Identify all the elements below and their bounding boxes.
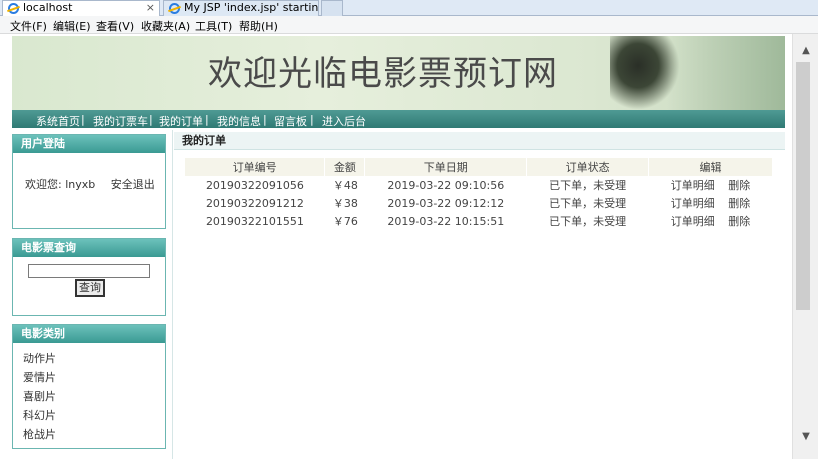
column-header-date: 下单日期: [364, 158, 528, 176]
tab-label: localhost: [23, 1, 73, 14]
orders-title: 我的订单: [174, 132, 785, 150]
order-amount: ￥48: [332, 179, 358, 192]
table-row: 20190322101551 ￥76 2019-03-22 10:15:51 已…: [185, 212, 773, 230]
order-delete-link[interactable]: 删除: [728, 179, 750, 192]
order-status: 已下单，未受理: [549, 179, 627, 192]
order-detail-link[interactable]: 订单明细: [671, 179, 715, 192]
column-header-amount: 金额: [324, 158, 366, 176]
order-amount: ￥38: [332, 197, 358, 210]
banner-decoration: [667, 36, 785, 110]
table-row: 20190322091212 ￥38 2019-03-22 09:12:12 已…: [185, 194, 773, 212]
order-id: 20190322091056: [205, 178, 304, 192]
nav-separator: |: [81, 113, 85, 126]
logout-link[interactable]: 安全退出: [111, 178, 155, 191]
close-icon[interactable]: ×: [146, 1, 155, 15]
welcome-line: 欢迎您: lnyxb 安全退出: [25, 176, 155, 192]
table-header-row: 订单编号 金额 下单日期 订单状态 编辑: [185, 158, 773, 176]
order-delete-link[interactable]: 删除: [728, 215, 750, 228]
site-banner: 欢迎光临电影票预订网: [12, 36, 785, 110]
category-comedy[interactable]: 喜剧片: [23, 388, 56, 404]
order-delete-link[interactable]: 删除: [728, 197, 750, 210]
nav-admin[interactable]: 进入后台: [322, 113, 366, 129]
scroll-down-icon[interactable]: ▼: [793, 428, 818, 446]
nav-ticket-cart[interactable]: 我的订票车: [93, 113, 148, 129]
menu-favorites[interactable]: 收藏夹(A): [141, 18, 190, 34]
page-content: 欢迎光临电影票预订网 系统首页 | 我的订票车 | 我的订单 | 我的信息 | …: [0, 34, 792, 459]
nav-separator: |: [310, 113, 314, 126]
order-status: 已下单，未受理: [549, 197, 627, 210]
site-title: 欢迎光临电影票预订网: [208, 54, 558, 94]
orders-table: 订单编号 金额 下单日期 订单状态 编辑 20190322091056 ￥48 …: [185, 158, 773, 230]
search-input[interactable]: [28, 264, 150, 278]
scrollbar-thumb[interactable]: [796, 62, 810, 310]
order-detail-link[interactable]: 订单明细: [671, 215, 715, 228]
nav-separator: |: [149, 113, 153, 126]
nav-separator: |: [263, 113, 267, 126]
nav-bar: 系统首页 | 我的订票车 | 我的订单 | 我的信息 | 留言板 | 进入后台: [12, 110, 785, 128]
category-panel: 电影类别 动作片 爱情片 喜剧片 科幻片 枪战片: [12, 324, 166, 449]
order-detail-link[interactable]: 订单明细: [671, 197, 715, 210]
search-button[interactable]: 查询: [75, 279, 105, 297]
category-panel-title: 电影类别: [13, 325, 165, 343]
search-panel-title: 电影票查询: [13, 239, 165, 257]
login-panel-title: 用户登陆: [13, 135, 165, 153]
column-header-edit: 编辑: [648, 158, 773, 176]
username: lnyxb: [65, 178, 96, 191]
table-row: 20190322091056 ￥48 2019-03-22 09:10:56 已…: [185, 176, 773, 194]
nav-my-info[interactable]: 我的信息: [217, 113, 261, 129]
order-date: 2019-03-22 10:15:51: [387, 214, 505, 228]
order-id: 20190322091212: [205, 196, 304, 210]
menu-edit[interactable]: 编辑(E): [53, 18, 91, 34]
order-actions: 订单明细 删除: [649, 176, 773, 194]
new-tab-button[interactable]: [321, 0, 343, 16]
nav-separator: |: [205, 113, 209, 126]
category-action[interactable]: 动作片: [23, 350, 56, 366]
login-panel: 用户登陆 欢迎您: lnyxb 安全退出: [12, 134, 166, 229]
vertical-scrollbar[interactable]: ▲ ▼: [792, 34, 818, 459]
category-gunfight[interactable]: 枪战片: [23, 426, 56, 442]
welcome-prefix: 欢迎您:: [25, 178, 62, 191]
nav-home[interactable]: 系统首页: [36, 113, 80, 129]
column-header-status: 订单状态: [526, 158, 650, 176]
order-actions: 订单明细 删除: [649, 194, 773, 212]
menu-file[interactable]: 文件(F): [10, 18, 47, 34]
category-scifi[interactable]: 科幻片: [23, 407, 56, 423]
tab-label: My JSP 'index.jsp' starting ...: [184, 1, 319, 14]
column-header-order-id: 订单编号: [185, 158, 326, 176]
menu-help[interactable]: 帮助(H): [239, 18, 278, 34]
browser-tab-jsp[interactable]: My JSP 'index.jsp' starting ...: [163, 0, 319, 16]
ie-icon: [8, 3, 19, 14]
order-date: 2019-03-22 09:12:12: [387, 196, 505, 210]
nav-my-orders[interactable]: 我的订单: [159, 113, 203, 129]
order-status: 已下单，未受理: [549, 215, 627, 228]
menu-bar: 文件(F) 编辑(E) 查看(V) 收藏夹(A) 工具(T) 帮助(H): [0, 16, 818, 34]
menu-view[interactable]: 查看(V): [96, 18, 134, 34]
order-amount: ￥76: [332, 215, 358, 228]
browser-tab-bar: localhost × My JSP 'index.jsp' starting …: [0, 0, 818, 16]
scroll-up-icon[interactable]: ▲: [793, 42, 818, 60]
category-romance[interactable]: 爱情片: [23, 369, 56, 385]
menu-tools[interactable]: 工具(T): [195, 18, 232, 34]
search-panel: 电影票查询 查询: [12, 238, 166, 316]
ie-icon: [169, 3, 180, 14]
nav-message-board[interactable]: 留言板: [274, 113, 307, 129]
browser-tab-localhost[interactable]: localhost ×: [2, 0, 160, 16]
order-id: 20190322101551: [205, 214, 304, 228]
order-date: 2019-03-22 09:10:56: [387, 178, 505, 192]
order-actions: 订单明细 删除: [649, 212, 773, 230]
